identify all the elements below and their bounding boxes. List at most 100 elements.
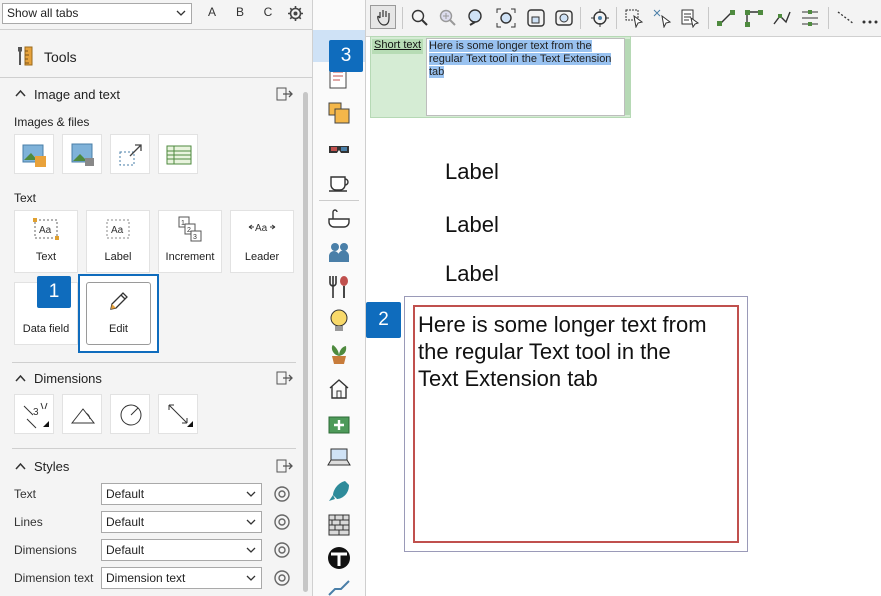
snap-polyline-icon[interactable] [772,8,792,28]
detach-icon[interactable] [276,87,293,101]
radius-dimension-button[interactable] [110,394,150,434]
chevron-up-icon[interactable] [15,89,26,97]
bath-icon[interactable] [327,207,351,231]
shapes-icon[interactable] [327,101,351,125]
detach-icon[interactable] [276,459,293,473]
zoom-extents-icon[interactable] [496,8,516,28]
style-row-label: Dimensions [14,543,77,557]
angle-dimension-button[interactable] [62,394,102,434]
chevron-up-icon[interactable] [15,462,26,470]
sort-a-button[interactable]: A [205,5,219,19]
editor-resize-handle[interactable] [625,39,630,115]
resize-image-tool-button[interactable] [110,134,150,174]
edit-tool-label: Edit [109,323,128,335]
text-tool-button[interactable]: Aa Text [14,210,78,273]
dimensions-style-value: Default [106,543,145,557]
radius-dimension-icon [120,404,142,426]
sort-c-button[interactable]: C [261,5,275,19]
zoom-selection-icon[interactable] [526,8,546,28]
linear-dimension-icon: 3 [23,402,49,429]
leader-tool-button[interactable]: Aa Leader [230,210,294,273]
svg-text:3: 3 [193,234,197,241]
increment-icon: 123 [178,216,202,242]
tool-logo-icon[interactable] [327,546,351,570]
3d-glasses-icon[interactable] [327,136,351,160]
style-row-label: Dimension text [14,571,94,585]
data-field-tool-label: Data field [22,323,70,335]
image-frame-tool-button[interactable] [62,134,102,174]
section-heading-image-text[interactable]: Image and text [34,87,120,102]
label-tool-icon: Aa [106,219,130,239]
edit-tool-button[interactable]: Edit [86,282,151,345]
laptop-icon[interactable] [327,445,351,469]
pan-button[interactable] [370,5,396,29]
text-edit-field[interactable]: Here is some longer text from the regula… [426,38,625,116]
rocket-icon[interactable] [327,479,351,505]
sort-b-button[interactable]: B [233,5,247,19]
lines-style-dropdown[interactable]: Default [101,511,262,533]
snap-endpoint-icon[interactable] [716,8,736,28]
snap-center-icon[interactable] [590,8,610,28]
select-window-icon[interactable] [624,8,644,28]
style-settings-icon[interactable] [273,569,291,587]
svg-text:1: 1 [181,220,185,227]
zoom-in-icon[interactable] [438,8,458,28]
dimension-text-style-value: Dimension text [106,571,186,585]
text-frame-outer[interactable]: Here is some longer text from the regula… [404,296,748,552]
dimension-text-style-dropdown[interactable]: Dimension text [101,567,262,589]
style-row-label: Lines [14,515,43,529]
stairs-icon[interactable] [327,579,351,596]
section-heading-styles[interactable]: Styles [34,459,69,474]
gear-icon[interactable] [287,5,304,22]
dots-icon[interactable] [860,8,880,28]
medical-kit-icon[interactable] [327,411,351,435]
plant-icon[interactable] [327,342,351,366]
brick-wall-icon[interactable] [327,513,351,537]
chevron-up-icon[interactable] [15,374,26,382]
canvas-label[interactable]: Label [445,261,499,287]
text-style-dropdown[interactable]: Default [101,483,262,505]
panel-scrollbar[interactable] [303,92,308,592]
text-tool-icon: Aa [33,218,59,240]
snap-corner-icon[interactable] [744,8,764,28]
style-settings-icon[interactable] [273,513,291,531]
lightbulb-icon[interactable] [327,308,351,334]
edit-tool-highlight: Edit [78,274,159,353]
text-frame-inner[interactable]: Here is some longer text from the regula… [413,305,739,543]
canvas-label[interactable]: Label [445,159,499,185]
dimensions-style-dropdown[interactable]: Default [101,539,262,561]
images-files-label: Images & files [14,115,90,129]
linear-dimension-button[interactable]: 3 [14,394,54,434]
line-tool-icon[interactable] [836,8,856,28]
increment-tool-button[interactable]: 123 Increment [158,210,222,273]
short-text-tag[interactable]: Short text [372,39,424,54]
aligned-dimension-button[interactable] [158,394,198,434]
zoom-out-icon[interactable] [466,8,486,28]
zoom-icon[interactable] [410,8,430,28]
home-icon[interactable] [327,377,351,401]
style-settings-icon[interactable] [273,485,291,503]
canvas-label[interactable]: Label [445,212,499,238]
leader-tool-label: Leader [244,251,280,263]
tab-filter-dropdown[interactable]: Show all tabs [2,3,192,24]
image-tool-button[interactable] [14,134,54,174]
detach-icon[interactable] [276,371,293,385]
coffee-cup-icon[interactable] [327,169,351,193]
pencil-icon [109,292,128,310]
people-icon[interactable] [327,240,353,264]
kitchen-utensils-icon[interactable] [327,274,351,300]
resize-icon [119,144,142,166]
tools-panel: Show all tabs A B C Tools Image and text… [0,0,341,596]
style-settings-icon[interactable] [273,541,291,559]
label-tool-button[interactable]: Aa Label [86,210,150,273]
section-heading-dimensions[interactable]: Dimensions [34,371,102,386]
table-tool-button[interactable] [158,134,198,174]
label-tool-label: Label [104,251,132,263]
snap-grid-icon[interactable] [800,8,820,28]
select-text-icon[interactable] [680,8,700,28]
select-crossing-icon[interactable] [652,8,672,28]
zoom-page-icon[interactable] [554,8,574,28]
inline-text-editor: Short text Here is some longer text from… [370,36,631,118]
panel-title: Tools [44,49,77,65]
long-text-line: the regular Text tool in the [418,339,671,364]
